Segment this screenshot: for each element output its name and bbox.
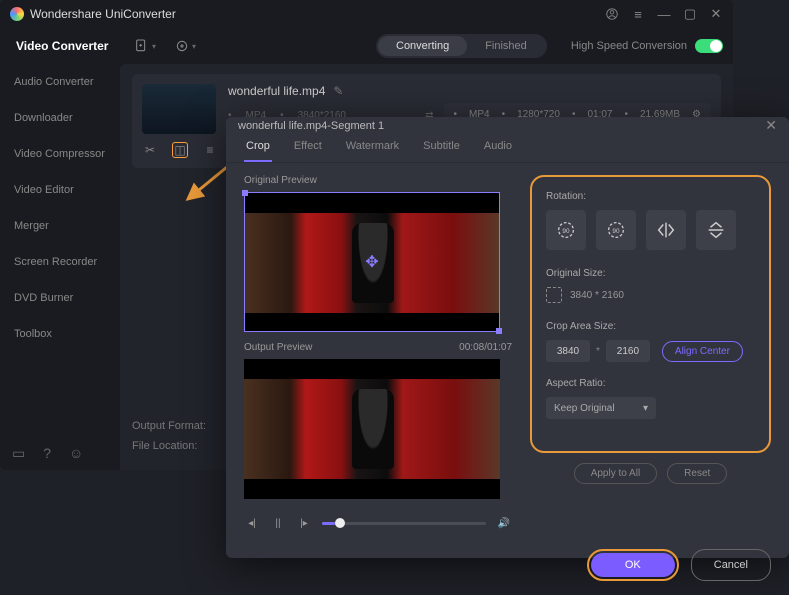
tutorial-icon[interactable]: ▭ [12, 445, 25, 462]
timecode: 00:08/01:07 [459, 342, 512, 353]
more-icon[interactable]: ≡ [202, 142, 218, 158]
crop-controls-panel: Rotation: 90 90 Original Size: 3840 * 21… [530, 175, 771, 453]
high-speed-toggle[interactable] [695, 39, 723, 53]
editor-window: wonderful life.mp4-Segment 1 ✕ Crop Effe… [226, 117, 789, 558]
section-title: Video Converter [10, 39, 120, 53]
aspect-ratio-label: Aspect Ratio: [546, 378, 755, 389]
sidebar: Audio Converter Downloader Video Compres… [0, 64, 120, 470]
output-preview [244, 359, 500, 499]
original-size-label: Original Size: [546, 268, 755, 279]
rotate-right-button[interactable]: 90 [596, 210, 636, 250]
prev-frame-icon[interactable]: ◂| [244, 515, 260, 531]
sidebar-item-downloader[interactable]: Downloader [0, 100, 120, 136]
output-preview-label: Output Preview [244, 342, 312, 353]
app-title: Wondershare UniConverter [30, 7, 605, 21]
editor-tab-audio[interactable]: Audio [482, 134, 514, 162]
account-icon[interactable] [605, 7, 619, 21]
app-logo-icon [10, 7, 24, 21]
editor-tab-subtitle[interactable]: Subtitle [421, 134, 462, 162]
editor-tab-crop[interactable]: Crop [244, 134, 272, 162]
reset-button[interactable]: Reset [667, 463, 727, 484]
original-size-value: 3840 * 2160 [570, 290, 624, 301]
add-folder-icon[interactable]: ▾ [174, 35, 196, 57]
svg-text:90: 90 [612, 228, 620, 235]
output-format-label: Output Format: [132, 420, 222, 432]
crop-height-input[interactable] [606, 340, 650, 362]
titlebar: Wondershare UniConverter ≡ — ▢ ✕ [0, 0, 733, 28]
trim-icon[interactable]: ✂ [142, 142, 158, 158]
sidebar-item-merger[interactable]: Merger [0, 208, 120, 244]
file-name: wonderful life.mp4 [228, 84, 325, 98]
next-frame-icon[interactable]: |▸ [296, 515, 312, 531]
tab-converting[interactable]: Converting [378, 36, 467, 56]
chevron-down-icon: ▾ [643, 403, 648, 414]
svg-text:90: 90 [562, 228, 570, 235]
align-center-button[interactable]: Align Center [662, 341, 743, 362]
file-location-label: File Location: [132, 440, 222, 452]
volume-icon[interactable]: 🔊 [496, 515, 512, 531]
crop-width-input[interactable] [546, 340, 590, 362]
playback-slider[interactable] [322, 522, 486, 525]
crop-area-label: Crop Area Size: [546, 321, 755, 332]
cancel-button[interactable]: Cancel [691, 549, 771, 581]
editor-tab-watermark[interactable]: Watermark [344, 134, 401, 162]
play-pause-icon[interactable]: || [270, 515, 286, 531]
high-speed-label: High Speed Conversion [571, 40, 687, 52]
menu-icon[interactable]: ≡ [631, 7, 645, 21]
multiply-symbol: * [596, 346, 600, 357]
minimize-icon[interactable]: — [657, 7, 671, 21]
editor-tab-effect[interactable]: Effect [292, 134, 324, 162]
rotate-left-button[interactable]: 90 [546, 210, 586, 250]
move-handle-icon[interactable]: ✥ [365, 252, 378, 272]
file-thumbnail[interactable] [142, 84, 216, 134]
close-icon[interactable]: ✕ [709, 7, 723, 21]
original-preview-label: Original Preview [244, 175, 317, 186]
apply-to-all-button[interactable]: Apply to All [574, 463, 657, 484]
toolbar: Video Converter ▾ ▾ Converting Finished … [0, 28, 733, 64]
sidebar-item-audio-converter[interactable]: Audio Converter [0, 64, 120, 100]
add-file-icon[interactable]: ▾ [134, 35, 156, 57]
aspect-ratio-select[interactable]: Keep Original▾ [546, 397, 656, 419]
sidebar-item-screen-recorder[interactable]: Screen Recorder [0, 244, 120, 280]
feedback-icon[interactable]: ☺ [69, 445, 83, 462]
sidebar-item-toolbox[interactable]: Toolbox [0, 316, 120, 352]
editor-title: wonderful life.mp4-Segment 1 [238, 120, 384, 132]
flip-horizontal-button[interactable] [646, 210, 686, 250]
sidebar-item-video-editor[interactable]: Video Editor [0, 172, 120, 208]
flip-vertical-button[interactable] [696, 210, 736, 250]
help-icon[interactable]: ? [43, 445, 51, 462]
rotation-label: Rotation: [546, 191, 755, 202]
original-size-icon [546, 287, 562, 303]
rename-icon[interactable]: ✎ [333, 84, 343, 98]
sidebar-item-video-compressor[interactable]: Video Compressor [0, 136, 120, 172]
sidebar-item-dvd-burner[interactable]: DVD Burner [0, 280, 120, 316]
maximize-icon[interactable]: ▢ [683, 7, 697, 21]
ok-button[interactable]: OK [591, 553, 675, 577]
tab-finished[interactable]: Finished [467, 36, 545, 56]
crop-icon[interactable]: ◫ [172, 142, 188, 158]
editor-close-icon[interactable]: ✕ [765, 117, 777, 134]
original-preview[interactable]: ✥ [244, 192, 500, 332]
